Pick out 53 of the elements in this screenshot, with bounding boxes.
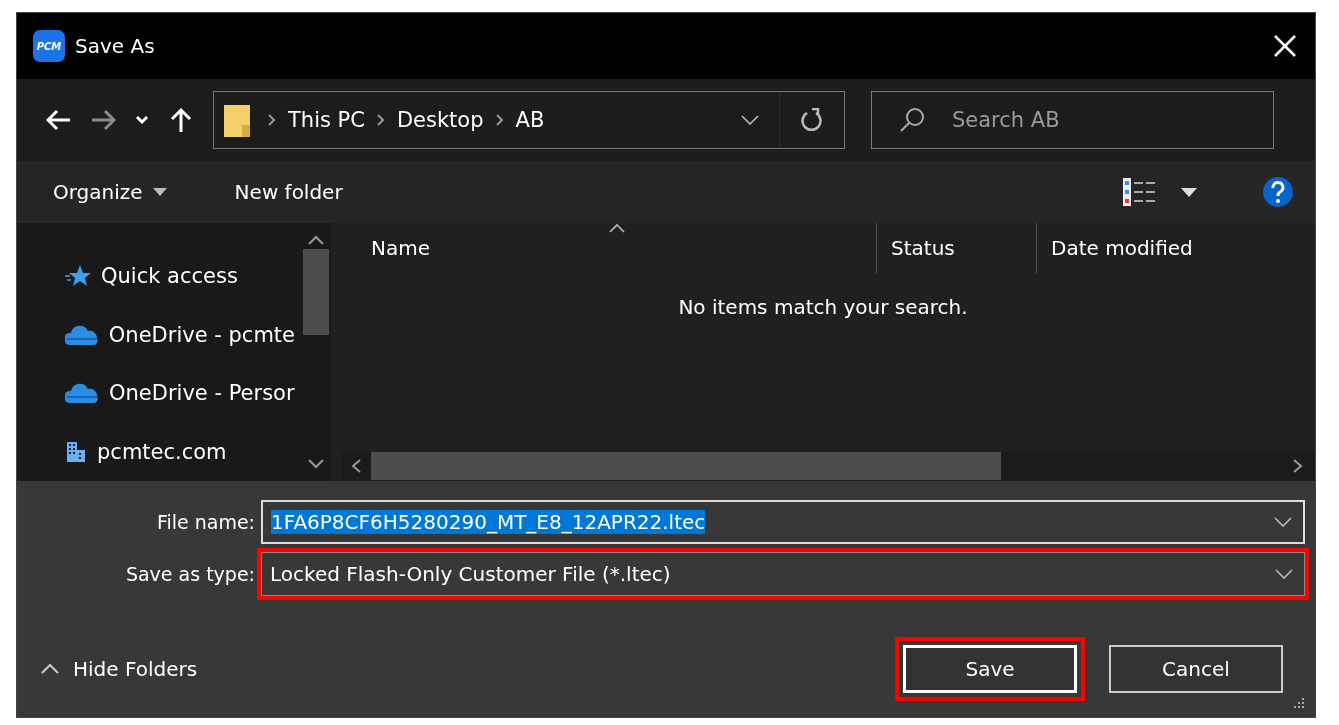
breadcrumb-item[interactable]: Desktop — [388, 108, 492, 132]
sidebar-item[interactable]: OneDrive - Persor — [17, 364, 301, 423]
sort-caret-icon — [609, 223, 625, 233]
scrollbar-thumb[interactable] — [303, 249, 329, 335]
scroll-right-icon[interactable] — [1293, 459, 1303, 473]
details-view-icon — [1123, 178, 1157, 206]
chevron-down-icon — [135, 115, 149, 125]
dialog-button[interactable]: Save — [903, 645, 1077, 693]
caret-down-icon — [152, 188, 167, 196]
resize-grip-icon[interactable] — [1291, 697, 1305, 711]
chevron-down-icon — [1275, 569, 1293, 579]
field-label: File name: — [155, 511, 256, 533]
window-title: Save As — [75, 34, 156, 58]
column-header[interactable]: Date modified — [1037, 223, 1299, 273]
sidebar-item[interactable]: pcmtec.com — [17, 422, 301, 481]
chevron-down-icon — [1274, 517, 1292, 527]
search-icon — [899, 107, 925, 133]
empty-message: No items match your search. — [678, 295, 968, 321]
chevron-down-icon — [740, 115, 759, 125]
back-arrow-icon — [46, 109, 72, 131]
column-header[interactable]: Name — [357, 223, 877, 273]
forward-arrow-icon — [90, 109, 116, 131]
chevron-right-icon — [376, 114, 385, 126]
refresh-icon — [801, 108, 823, 132]
search-field[interactable]: Search AB — [871, 91, 1274, 149]
chevron-up-icon — [41, 664, 59, 674]
scroll-left-icon[interactable] — [351, 459, 361, 473]
scroll-up-icon[interactable] — [308, 235, 324, 245]
up-arrow-icon — [169, 107, 193, 133]
cloud-icon — [65, 383, 99, 404]
organize-button[interactable]: Organize — [39, 174, 181, 210]
sidebar-item[interactable]: Quick access — [17, 247, 301, 306]
caret-down-icon — [1181, 187, 1197, 197]
breadcrumb-item[interactable]: AB — [507, 108, 553, 132]
sidebar-item[interactable]: OneDrive - pcmte — [17, 305, 301, 364]
address-bar[interactable]: This PC Desktop AB — [213, 91, 845, 149]
breadcrumb-item[interactable]: This PC — [280, 108, 373, 132]
file-name-field[interactable]: 1FA6P8CF6H5280290_MT_E8_12APR22.ltec — [261, 500, 1305, 544]
building-icon — [65, 439, 87, 464]
chevron-right-icon — [268, 114, 276, 126]
star-icon — [65, 264, 91, 289]
scroll-down-icon[interactable] — [308, 459, 324, 469]
help-button[interactable] — [1263, 177, 1293, 207]
folder-icon — [224, 103, 250, 137]
chevron-right-icon — [495, 114, 504, 126]
new-folder-button[interactable]: New folder — [220, 174, 357, 210]
app-logo: PCM — [33, 30, 65, 62]
field-label: Save as type: — [124, 563, 256, 585]
dialog-button[interactable]: Cancel — [1109, 645, 1283, 693]
scrollbar-thumb[interactable] — [371, 452, 1001, 480]
column-header[interactable]: Status — [877, 223, 1037, 273]
hide-folders-button[interactable]: Hide Folders — [17, 657, 198, 681]
cloud-icon — [65, 324, 99, 345]
